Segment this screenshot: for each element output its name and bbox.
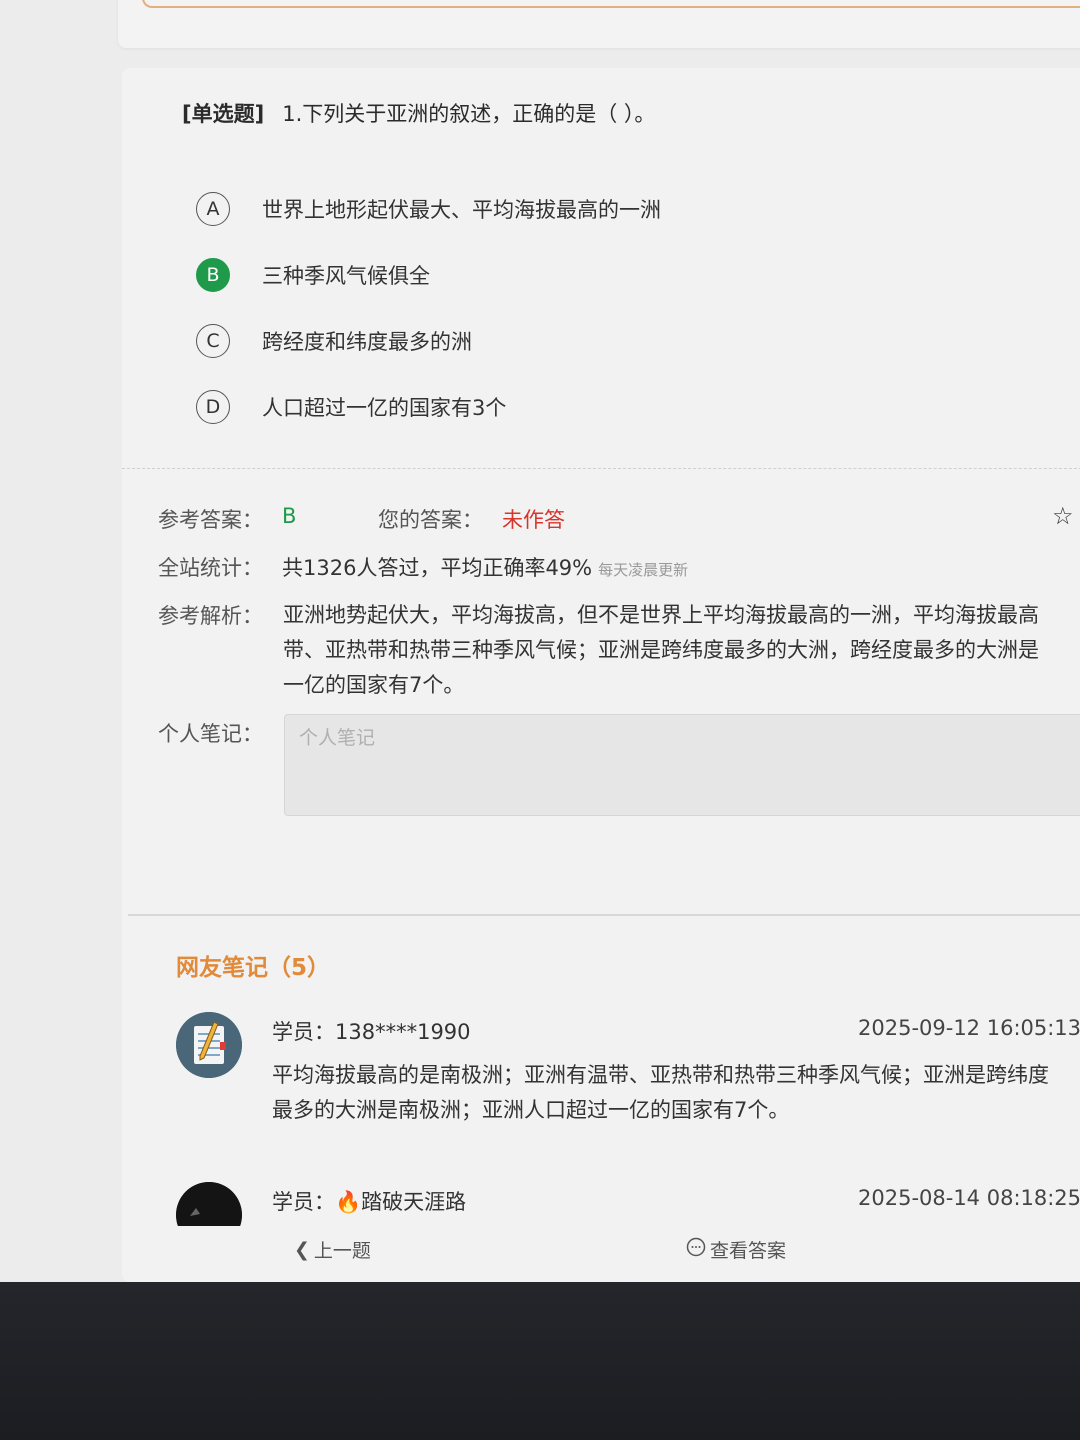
- option-b-letter: B: [196, 258, 230, 292]
- analysis-line: 一亿的国家有7个。: [283, 673, 465, 697]
- reference-answer-label: 参考答案：: [158, 508, 263, 532]
- view-answer-label: 查看答案: [710, 1240, 787, 1262]
- your-answer-value: 未作答: [502, 508, 565, 532]
- notebook-pencil-icon: [176, 1012, 242, 1078]
- previous-card: [118, 0, 1080, 48]
- comment-time: 2025-09-12 16:05:13: [858, 1016, 1080, 1040]
- option-d-letter: D: [196, 390, 230, 424]
- your-answer-label: 您的答案：: [378, 508, 483, 532]
- comment-user: 学员：🔥踏破天涯路: [272, 1190, 467, 1214]
- view-answer-button[interactable]: 查看答案: [686, 1236, 786, 1263]
- question-card: [单选题] 1.下列关于亚洲的叙述，正确的是（ ）。 A 世界上地形起伏最大、平均…: [122, 68, 1080, 1282]
- dashed-divider: [122, 468, 1080, 469]
- comment-line: 平均海拔最高的是南极洲；亚洲有温带、亚热带和热带三种季风气候；亚洲是跨纬度: [272, 1063, 1049, 1087]
- analysis-label: 参考解析：: [158, 604, 263, 628]
- option-d[interactable]: D 人口超过一亿的国家有3个: [196, 387, 506, 427]
- community-notes-title: 网友笔记（5）: [176, 955, 331, 981]
- analysis-line: 带、亚热带和热带三种季风气候；亚洲是跨纬度最多的大洲，跨经度最多的大洲是: [283, 638, 1039, 662]
- option-a-letter: A: [196, 192, 230, 226]
- question-title: [单选题] 1.下列关于亚洲的叙述，正确的是（ ）。: [182, 98, 655, 128]
- analysis-line: 亚洲地势起伏大，平均海拔高，但不是世界上平均海拔最高的一洲，平均海拔最高: [283, 603, 1039, 627]
- comment-time: 2025-08-14 08:18:25: [858, 1186, 1080, 1210]
- option-a[interactable]: A 世界上地形起伏最大、平均海拔最高的一洲: [196, 189, 661, 229]
- comment-user: 学员：138****1990: [272, 1020, 471, 1044]
- prev-question-button[interactable]: ❮ 上一题: [294, 1236, 371, 1263]
- option-a-text: 世界上地形起伏最大、平均海拔最高的一洲: [262, 198, 661, 222]
- chat-bubble-icon: [686, 1237, 706, 1262]
- section-divider: [128, 914, 1080, 916]
- analysis-text: 亚洲地势起伏大，平均海拔高，但不是世界上平均海拔最高的一洲，平均海拔最高 带、亚…: [283, 598, 1080, 703]
- option-d-text: 人口超过一亿的国家有3个: [262, 396, 507, 420]
- option-b-text: 三种季风气候俱全: [262, 264, 430, 288]
- option-c-text: 跨经度和纬度最多的洲: [262, 330, 472, 354]
- comment-body: 平均海拔最高的是南极洲；亚洲有温带、亚热带和热带三种季风气候；亚洲是跨纬度 最多…: [272, 1058, 1080, 1128]
- stats-value: 共1326人答过，平均正确率49% 每天凌晨更新: [282, 552, 688, 582]
- avatar[interactable]: [176, 1012, 242, 1078]
- card-accent-border: [142, 0, 1080, 8]
- chevron-left-icon: ❮: [294, 1238, 310, 1261]
- prev-question-label: 上一题: [313, 1240, 371, 1262]
- stats-update-note: 每天凌晨更新: [598, 561, 689, 579]
- personal-note-input[interactable]: [284, 714, 1080, 816]
- option-c-letter: C: [196, 324, 230, 358]
- note-label: 个人笔记：: [158, 722, 263, 746]
- monitor-bezel: [0, 1282, 1080, 1440]
- option-c[interactable]: C 跨经度和纬度最多的洲: [196, 321, 472, 361]
- option-b[interactable]: B 三种季风气候俱全: [196, 255, 430, 295]
- screen: [单选题] 1.下列关于亚洲的叙述，正确的是（ ）。 A 世界上地形起伏最大、平均…: [0, 0, 1080, 1282]
- bottom-nav-bar: ❮ 上一题 查看答案: [122, 1226, 1080, 1282]
- question-type-label: [单选题]: [182, 102, 265, 126]
- stats-label: 全站统计：: [158, 556, 263, 580]
- comment-line: 最多的大洲是南极洲；亚洲人口超过一亿的国家有7个。: [272, 1098, 790, 1122]
- reference-answer-value: B: [282, 504, 297, 528]
- stats-text: 共1326人答过，平均正确率49%: [282, 556, 593, 580]
- star-icon[interactable]: ☆: [1052, 502, 1074, 530]
- question-text: 1.下列关于亚洲的叙述，正确的是（ ）。: [282, 102, 656, 126]
